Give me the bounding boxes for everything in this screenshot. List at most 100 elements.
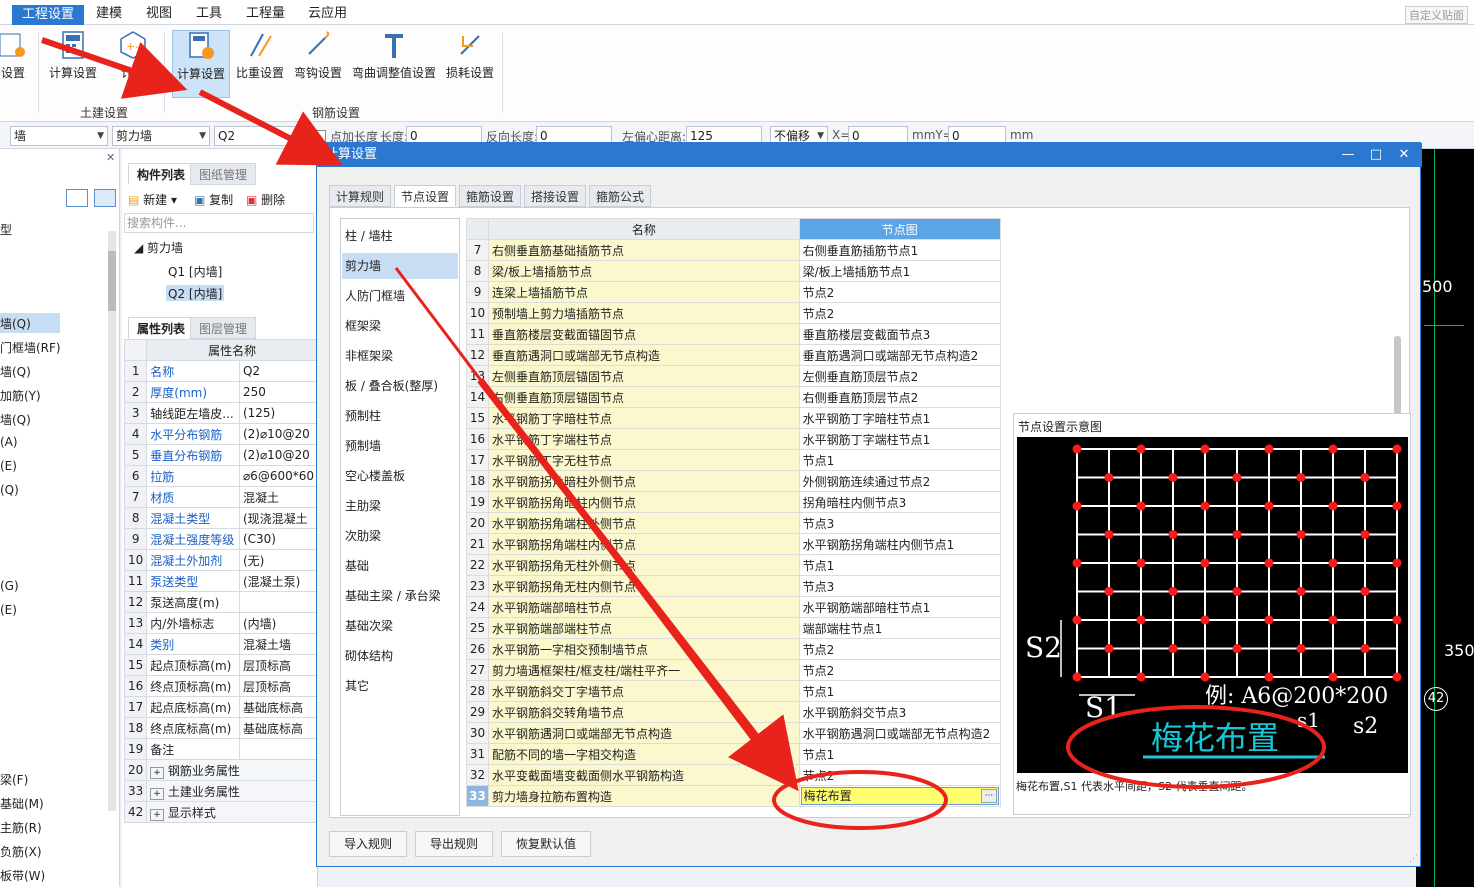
tab-drawing-manage[interactable]: 图纸管理 xyxy=(190,163,257,185)
calc-settings-civil-button[interactable]: 计算设置 xyxy=(44,30,102,98)
nav-item[interactable]: (Q) xyxy=(0,483,19,497)
grid-row[interactable]: 28 水平钢筋斜交丁字墙节点 节点1 xyxy=(465,680,1002,702)
grid-row[interactable]: 27 剪力墙遇框架柱/框支柱/端柱平齐一 节点2 xyxy=(465,659,1002,681)
category-item[interactable]: 其它 xyxy=(342,673,458,699)
category-item[interactable]: 基础次梁 xyxy=(342,613,458,639)
tree-node-shear-wall[interactable]: ◢ 剪力墙 xyxy=(134,239,183,256)
property-value[interactable]: (C30) xyxy=(238,528,319,550)
category-item[interactable]: 板 / 叠合板(整厚) xyxy=(342,373,458,399)
grid-row[interactable]: 25 水平钢筋端部端柱节点 端部端柱节点1 xyxy=(465,617,1002,639)
node-value-cell[interactable]: 端部端柱节点1 xyxy=(798,617,1002,639)
property-row[interactable]: 5 垂直分布钢筋 (2)⌀10@20 xyxy=(123,444,319,466)
property-row[interactable]: 19 备注 xyxy=(123,738,319,760)
node-value-cell[interactable]: 节点2 xyxy=(798,302,1002,324)
node-value-cell[interactable]: 节点2 xyxy=(798,281,1002,303)
component-type-select[interactable]: 墙 ▼ xyxy=(10,126,108,146)
delete-component-button[interactable]: ▣ 删除 xyxy=(246,191,285,208)
node-value-cell[interactable]: 水平钢筋丁字端柱节点1 xyxy=(798,428,1002,450)
col-header-name[interactable]: 名称 xyxy=(488,218,800,240)
category-item[interactable]: 主肋梁 xyxy=(342,493,458,519)
property-value[interactable]: (内墙) xyxy=(238,612,319,634)
property-value[interactable] xyxy=(238,738,319,760)
category-item[interactable]: 剪力墙 xyxy=(342,253,458,279)
export-rules-button[interactable]: 导出规则 xyxy=(415,831,494,857)
nav-item[interactable]: 梁(F) xyxy=(0,771,28,788)
property-value[interactable]: Q2 xyxy=(238,360,319,382)
node-value-cell[interactable]: 水平钢筋端部暗柱节点1 xyxy=(798,596,1002,618)
property-row[interactable]: 18 终点底标高(m) 基础底标高 xyxy=(123,717,319,739)
nav-item[interactable]: 墙(Q) xyxy=(0,411,31,428)
grid-scrollbar[interactable] xyxy=(1391,218,1405,418)
close-icon[interactable]: ✕ xyxy=(106,151,115,164)
grid-row[interactable]: 18 水平钢筋拐角暗柱外侧节点 外侧钢筋连续通过节点2 xyxy=(465,470,1002,492)
node-value-cell[interactable]: 节点1 xyxy=(798,554,1002,576)
nav-item[interactable]: (E) xyxy=(0,459,17,473)
node-value-cell[interactable]: 节点3 xyxy=(798,575,1002,597)
category-item[interactable]: 非框架梁 xyxy=(342,343,458,369)
component-name-select[interactable]: Q2 ▼ xyxy=(214,126,308,146)
tree-node-q1[interactable]: Q1 [内墙] xyxy=(168,263,222,280)
menu-tools[interactable]: 工具 xyxy=(186,4,232,24)
calc-rule-button[interactable]: +- 计算 xyxy=(104,30,162,98)
grid-row[interactable]: 9 连梁上墙插筋节点 节点2 xyxy=(465,281,1002,303)
node-value-cell[interactable]: 水平钢筋斜交节点3 xyxy=(798,701,1002,723)
property-value[interactable]: 混凝土墙 xyxy=(238,633,319,655)
tab-lap-settings[interactable]: 搭接设置 xyxy=(524,185,587,207)
node-value-cell[interactable]: 梁/板上墙插筋节点1 xyxy=(798,260,1002,282)
tab-stirrup-settings[interactable]: 箍筋设置 xyxy=(459,185,522,207)
category-item[interactable]: 次肋梁 xyxy=(342,523,458,549)
import-rules-button[interactable]: 导入规则 xyxy=(329,831,408,857)
property-row[interactable]: 7 材质 混凝土 xyxy=(123,486,319,508)
custom-skin-button[interactable]: 自定义贴面 xyxy=(1405,6,1468,24)
grid-row[interactable]: 24 水平钢筋端部暗柱节点 水平钢筋端部暗柱节点1 xyxy=(465,596,1002,618)
property-row[interactable]: 6 拉筋 ⌀6@600*60 xyxy=(123,465,319,487)
ratio-settings-button[interactable]: 比重设置 xyxy=(232,30,288,98)
loss-settings-button[interactable]: 损耗设置 xyxy=(442,30,498,98)
property-row[interactable]: 4 水平分布钢筋 (2)⌀10@20 xyxy=(123,423,319,445)
property-row[interactable]: 3 轴线距左墙皮... (125) xyxy=(123,402,319,424)
property-row[interactable]: 9 混凝土强度等级 (C30) xyxy=(123,528,319,550)
grid-row[interactable]: 7 右侧垂直筋基础插筋节点 右侧垂直筋插筋节点1 xyxy=(465,239,1002,261)
grid-row[interactable]: 22 水平钢筋拐角无柱外侧节点 节点1 xyxy=(465,554,1002,576)
grid-row[interactable]: 30 水平钢筋遇洞口或端部无节点构造 水平钢筋遇洞口或端部无节点构造2 xyxy=(465,722,1002,744)
tab-stirrup-formula[interactable]: 箍筋公式 xyxy=(589,185,652,207)
tab-layer-manage[interactable]: 图层管理 xyxy=(190,317,257,339)
property-value[interactable]: (2)⌀10@20 xyxy=(238,423,319,445)
node-value-cell[interactable]: 水平钢筋丁字暗柱节点1 xyxy=(798,407,1002,429)
grid-row[interactable]: 13 左侧垂直筋顶层锚固节点 左侧垂直筋顶层节点2 xyxy=(465,365,1002,387)
menu-cloud[interactable]: 云应用 xyxy=(298,4,357,24)
hook-settings-button[interactable]: 弯钩设置 xyxy=(290,30,346,98)
nav-item[interactable]: 型 xyxy=(0,221,12,238)
grid-row[interactable]: 26 水平钢筋一字相交预制墙节点 节点2 xyxy=(465,638,1002,660)
tab-node-settings[interactable]: 节点设置 xyxy=(394,185,457,207)
property-value[interactable]: (混凝土泵) xyxy=(238,570,319,592)
node-value-cell[interactable]: 垂直筋遇洞口或端部无节点构造2 xyxy=(798,344,1002,366)
tab-calc-rules[interactable]: 计算规则 xyxy=(329,185,392,207)
node-value-cell[interactable]: 垂直筋楼层变截面节点3 xyxy=(798,323,1002,345)
grid-view-icon[interactable] xyxy=(94,189,116,207)
category-item[interactable]: 预制墙 xyxy=(342,433,458,459)
property-row[interactable]: 42 + 显示样式 xyxy=(123,801,318,823)
node-value-cell[interactable]: 节点2 xyxy=(798,764,1002,786)
property-row[interactable]: 8 混凝土类型 (现浇混凝土 xyxy=(123,507,319,529)
grid-row[interactable]: 21 水平钢筋拐角端柱内侧节点 水平钢筋拐角端柱内侧节点1 xyxy=(465,533,1002,555)
property-value[interactable]: 层顶标高 xyxy=(238,675,319,697)
category-item[interactable]: 预制柱 xyxy=(342,403,458,429)
property-value[interactable]: (无) xyxy=(238,549,319,571)
nav-item[interactable]: 门框墙(RF) xyxy=(0,339,61,356)
list-view-icon[interactable] xyxy=(66,189,88,207)
property-value[interactable]: 层顶标高 xyxy=(238,654,319,676)
property-row[interactable]: 16 终点顶标高(m) 层顶标高 xyxy=(123,675,319,697)
grid-row[interactable]: 16 水平钢筋丁字端柱节点 水平钢筋丁字端柱节点1 xyxy=(465,428,1002,450)
property-value[interactable]: 250 xyxy=(238,381,319,403)
grid-row[interactable]: 31 配筋不同的墙一字相交构造 节点1 xyxy=(465,743,1002,765)
tab-component-list[interactable]: 构件列表 xyxy=(128,163,195,185)
property-value[interactable]: ⌀6@600*60 xyxy=(238,465,319,487)
nav-item[interactable]: 板带(W) xyxy=(0,867,45,884)
add-length-checkbox[interactable] xyxy=(314,130,326,142)
grid-row[interactable]: 10 预制墙上剪力墙插筋节点 节点2 xyxy=(465,302,1002,324)
node-value-cell[interactable]: 水平钢筋遇洞口或端部无节点构造2 xyxy=(798,722,1002,744)
property-row[interactable]: 10 混凝土外加剂 (无) xyxy=(123,549,319,571)
node-value-cell[interactable]: 梅花布置 ··· xyxy=(798,785,1002,807)
node-value-cell[interactable]: 节点1 xyxy=(798,680,1002,702)
